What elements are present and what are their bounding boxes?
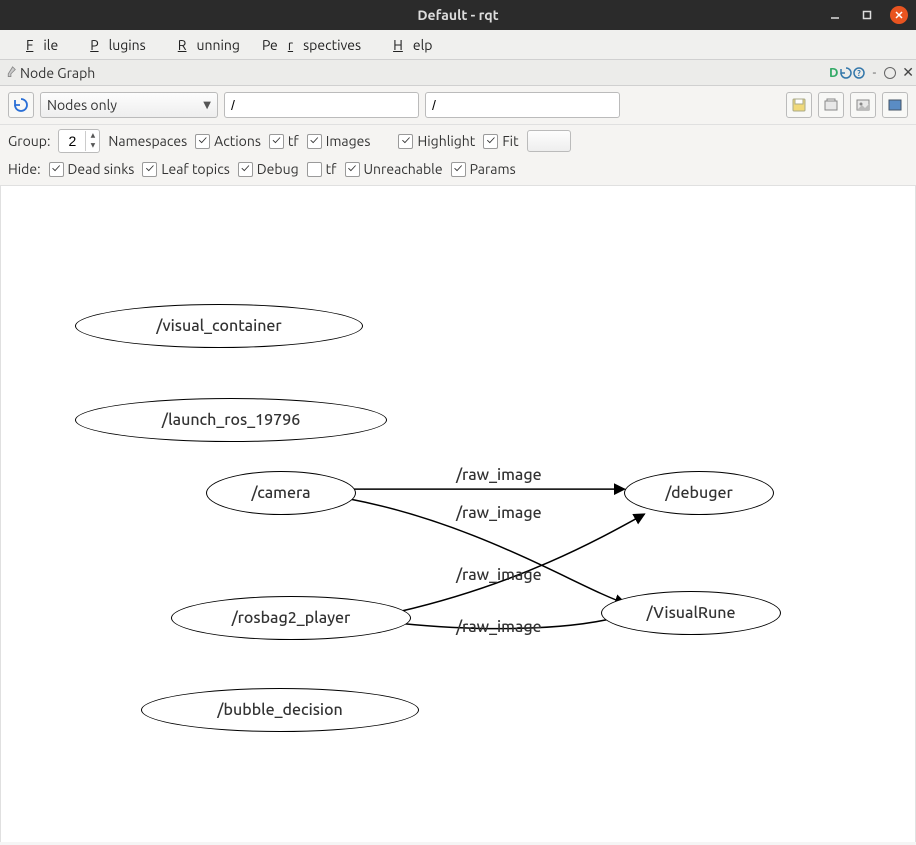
view-mode-dropdown[interactable]: Nodes only ▼	[40, 92, 218, 118]
node-camera[interactable]: /camera	[206, 471, 356, 515]
plugin-title: Node Graph	[2, 65, 95, 81]
menu-help[interactable]: Help	[373, 34, 442, 56]
window-titlebar: Default - rqt	[0, 0, 916, 30]
fit-button[interactable]	[882, 92, 908, 118]
menu-running[interactable]: Running	[158, 34, 250, 56]
open-button[interactable]	[818, 92, 844, 118]
leaftopics-checkbox[interactable]: ✓Leaf topics	[142, 161, 229, 177]
edge-label-3: /raw_image	[456, 566, 542, 584]
window-controls	[826, 6, 908, 24]
window-title: Default - rqt	[417, 7, 498, 23]
tf-checkbox[interactable]: ✓tf	[269, 133, 299, 149]
filter-input-2[interactable]	[425, 92, 620, 118]
save-button[interactable]	[786, 92, 812, 118]
group-spinner[interactable]: ▲▼	[58, 129, 100, 153]
refresh-button[interactable]	[8, 92, 34, 118]
menu-plugins[interactable]: Plugins	[70, 34, 156, 56]
unreachable-checkbox[interactable]: ✓Unreachable	[345, 161, 443, 177]
close-button[interactable]	[890, 6, 908, 24]
group-row: Group: ▲▼ Namespaces ✓Actions ✓tf ✓Image…	[0, 125, 916, 157]
maximize-button[interactable]	[858, 6, 876, 24]
edge-label-4: /raw_image	[456, 618, 542, 636]
edge-label-1: /raw_image	[456, 466, 542, 484]
image-button[interactable]	[850, 92, 876, 118]
filter-bar: Nodes only ▼	[0, 86, 916, 125]
hide-label: Hide:	[8, 161, 41, 177]
node-bubble-decision[interactable]: /bubble_decision	[141, 688, 419, 732]
plugin-titlebar-controls: D ? - ✕	[829, 64, 914, 81]
node-graph-canvas[interactable]: /visual_container /launch_ros_19796 /cam…	[0, 185, 916, 842]
help-icon: ?	[853, 67, 865, 79]
close-plugin-button[interactable]: ✕	[902, 64, 914, 81]
view-mode-value: Nodes only	[47, 97, 117, 113]
menu-perspectives[interactable]: Perspectives	[252, 34, 371, 56]
namespaces-label: Namespaces	[108, 133, 187, 149]
plugin-title-text: Node Graph	[20, 65, 95, 81]
menu-bar: File Plugins Running Perspectives Help	[0, 30, 916, 60]
debug-checkbox[interactable]: ✓Debug	[238, 161, 299, 177]
fit-checkbox[interactable]: ✓Fit	[483, 133, 518, 149]
highlight-checkbox[interactable]: ✓Highlight	[398, 133, 475, 149]
svg-text:?: ?	[857, 69, 861, 78]
minimize-button[interactable]	[826, 6, 844, 24]
plugin-titlebar: Node Graph D ? - ✕	[0, 60, 916, 86]
group-label: Group:	[8, 133, 50, 149]
fit-color-swatch[interactable]	[527, 130, 571, 152]
hide-row: Hide: ✓Dead sinks ✓Leaf topics ✓Debug tf…	[0, 157, 916, 185]
deadsinks-checkbox[interactable]: ✓Dead sinks	[49, 161, 135, 177]
node-debuger[interactable]: /debuger	[624, 471, 774, 515]
images-checkbox[interactable]: ✓Images	[307, 133, 371, 149]
actions-checkbox[interactable]: ✓Actions	[195, 133, 261, 149]
refresh-icon	[840, 67, 852, 79]
filter-input-1[interactable]	[224, 92, 419, 118]
chevron-down-icon: ▼	[203, 99, 211, 111]
node-launch-ros[interactable]: /launch_ros_19796	[75, 398, 387, 442]
edge-label-2: /raw_image	[456, 504, 542, 522]
node-visualrune[interactable]: /VisualRune	[601, 591, 781, 635]
params-checkbox[interactable]: ✓Params	[451, 161, 516, 177]
spin-up[interactable]: ▲	[86, 131, 99, 141]
menu-file[interactable]: File	[6, 34, 68, 56]
wrench-icon	[2, 65, 18, 81]
spin-down[interactable]: ▼	[86, 141, 99, 151]
dco-buttons[interactable]: D ?	[829, 66, 864, 80]
group-value[interactable]	[59, 130, 85, 152]
hide-tf-checkbox[interactable]: tf	[307, 161, 337, 177]
node-rosbag2-player[interactable]: /rosbag2_player	[171, 596, 411, 640]
node-visual-container[interactable]: /visual_container	[75, 304, 363, 348]
circle-button[interactable]	[884, 67, 896, 79]
